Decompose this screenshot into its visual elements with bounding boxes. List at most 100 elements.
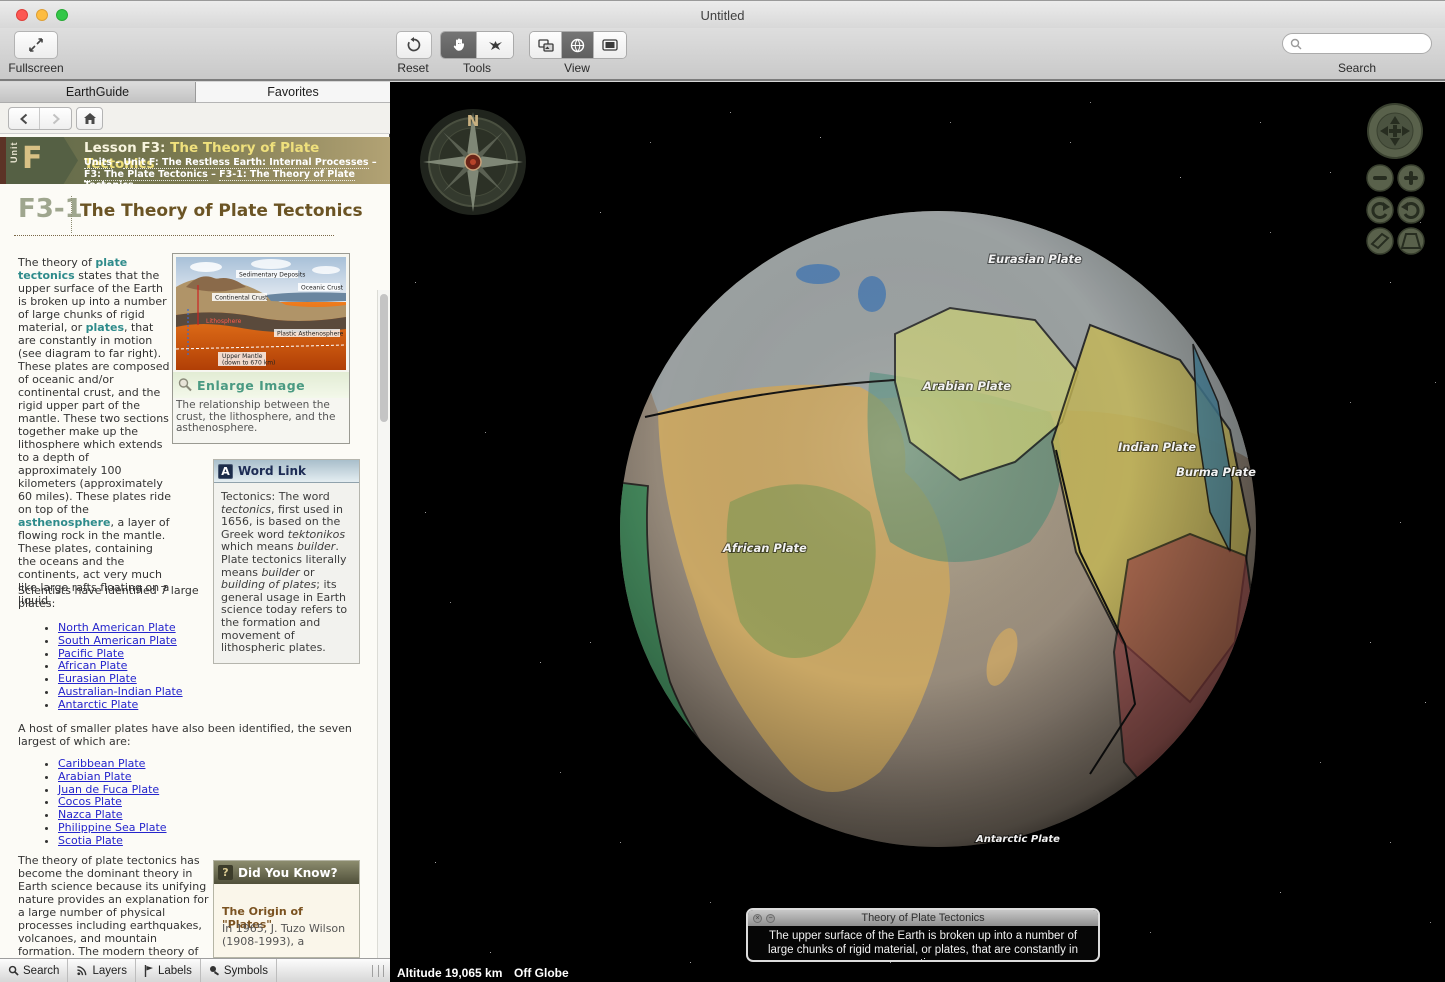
forward-icon bbox=[51, 113, 61, 125]
symbols-panel-button[interactable]: Symbols bbox=[201, 959, 277, 982]
tilt-down-button[interactable] bbox=[1367, 228, 1393, 254]
orbit-tool-icon bbox=[488, 39, 503, 52]
plate-link-philippine-sea[interactable]: Philippine Sea Plate bbox=[58, 821, 167, 834]
wordlink-plates[interactable]: plates bbox=[86, 321, 124, 334]
view-segmented-control bbox=[529, 31, 627, 59]
view-presentation-button[interactable] bbox=[594, 32, 626, 58]
did-you-know-title: Did You Know? bbox=[238, 866, 338, 880]
view-globe-button[interactable] bbox=[562, 32, 594, 58]
plate-link-nazca[interactable]: Nazca Plate bbox=[58, 808, 123, 821]
layers-icon bbox=[76, 965, 88, 976]
wordlink-text: which means bbox=[221, 540, 297, 553]
plate-link-eurasian[interactable]: Eurasian Plate bbox=[58, 672, 137, 685]
plate-link-australian-indian[interactable]: Australian-Indian Plate bbox=[58, 685, 183, 698]
breadcrumb-separator: – bbox=[208, 169, 219, 180]
plate-link-african[interactable]: African Plate bbox=[58, 659, 127, 672]
photos-icon bbox=[538, 39, 554, 52]
globe-canvas[interactable]: Eurasian Plate Arabian Plate Indian Plat… bbox=[390, 82, 1445, 982]
plate-label-african: African Plate bbox=[722, 541, 807, 555]
plate-label-antarctic: Antarctic Plate bbox=[975, 834, 1060, 845]
lesson-title-prefix: Lesson F3: bbox=[84, 140, 165, 156]
plate-link-south-american[interactable]: South American Plate bbox=[58, 634, 177, 647]
app-window: Untitled Fullscreen Reset bbox=[0, 0, 1445, 982]
word-link-box: A Word Link Tectonics: The word tectonic… bbox=[213, 459, 360, 664]
tilt-up-button[interactable] bbox=[1398, 228, 1424, 254]
toolbar-drag-handle[interactable] bbox=[372, 965, 384, 977]
wordlink-italic: builder bbox=[261, 566, 299, 579]
large-plates-list: North American Plate South American Plat… bbox=[46, 622, 183, 712]
breadcrumb-f3-link[interactable]: F3: The Plate Tectonics bbox=[84, 169, 208, 181]
altitude-readout: Altitude 19,065 km bbox=[397, 966, 502, 980]
labels-panel-button[interactable]: Labels bbox=[136, 959, 201, 982]
plate-link-pacific[interactable]: Pacific Plate bbox=[58, 647, 124, 660]
enlarge-image-label: Enlarge Image bbox=[197, 378, 305, 393]
plate-link-caribbean[interactable]: Caribbean Plate bbox=[58, 757, 145, 770]
tab-favorites[interactable]: Favorites bbox=[196, 82, 390, 103]
banner-edge bbox=[0, 137, 6, 184]
lesson-content: F3-1 The Theory of Plate Tectonics The t… bbox=[0, 184, 390, 958]
zoom-out-button[interactable] bbox=[1367, 165, 1393, 191]
forward-button[interactable] bbox=[40, 108, 71, 129]
globe[interactable]: Eurasian Plate Arabian Plate Indian Plat… bbox=[613, 210, 1258, 938]
sidebar-navbar bbox=[0, 103, 390, 134]
plate-link-north-american[interactable]: North American Plate bbox=[58, 621, 176, 634]
did-you-know-header: ? Did You Know? bbox=[214, 861, 359, 884]
info-popup[interactable]: × − Theory of Plate Tectonics The upper … bbox=[746, 908, 1100, 962]
tab-earthguide[interactable]: EarthGuide bbox=[0, 82, 196, 103]
plate-link-scotia[interactable]: Scotia Plate bbox=[58, 834, 123, 847]
breadcrumb-unit-f-link[interactable]: Unit F: The Restless Earth: Internal Pro… bbox=[123, 157, 368, 169]
rotate-ccw-button[interactable] bbox=[1398, 197, 1424, 223]
intro-paragraph: The theory of plate tectonics states tha… bbox=[18, 256, 171, 607]
popup-minimize-icon[interactable]: − bbox=[766, 914, 775, 923]
back-button[interactable] bbox=[9, 108, 40, 129]
scrollbar-thumb[interactable] bbox=[380, 294, 388, 422]
popup-title-text: Theory of Plate Tectonics bbox=[861, 912, 984, 924]
view-photos-button[interactable] bbox=[530, 32, 562, 58]
fullscreen-label: Fullscreen bbox=[0, 61, 72, 75]
section-divider bbox=[71, 196, 72, 233]
plate-link-cocos[interactable]: Cocos Plate bbox=[58, 795, 122, 808]
breadcrumb-units-link[interactable]: Units bbox=[84, 157, 112, 169]
pan-control[interactable] bbox=[1368, 104, 1422, 158]
crust-diagram: Sedimentary Deposits Oceanic Crust Conti… bbox=[176, 257, 346, 370]
popup-close-icon[interactable]: × bbox=[753, 914, 762, 923]
breadcrumb: Units – Unit F: The Restless Earth: Inte… bbox=[84, 157, 388, 184]
hand-tool-button[interactable] bbox=[441, 32, 477, 58]
reset-button[interactable] bbox=[396, 31, 432, 59]
popup-body-text: The upper surface of the Earth is broken… bbox=[748, 926, 1098, 962]
magnifier-icon bbox=[177, 377, 193, 393]
smaller-plates-intro: A host of smaller plates have also been … bbox=[18, 722, 386, 748]
wordlink-asthenosphere[interactable]: asthenosphere bbox=[18, 516, 111, 529]
symbol-icon bbox=[209, 965, 220, 976]
presentation-icon bbox=[602, 39, 618, 51]
lesson-banner: Unit F Lesson F3: The Theory of Plate Te… bbox=[0, 137, 390, 184]
globe-icon bbox=[570, 38, 585, 53]
diagram-label-asthenosphere: Plastic Asthenosphere bbox=[277, 331, 344, 338]
tools-segmented-control bbox=[440, 31, 514, 59]
plate-label-eurasian: Eurasian Plate bbox=[988, 252, 1082, 266]
compass-rose[interactable]: N bbox=[420, 109, 526, 215]
hand-icon bbox=[452, 38, 466, 52]
wordlink-text: Tectonics: The word bbox=[221, 490, 330, 503]
wordlink-italic: building of plates bbox=[221, 578, 316, 591]
fullscreen-button[interactable] bbox=[14, 31, 58, 59]
list-item: Scotia Plate bbox=[58, 835, 167, 848]
section-number: F3-1 bbox=[18, 194, 83, 224]
search-input[interactable] bbox=[1282, 33, 1432, 54]
search-panel-button[interactable]: Search bbox=[0, 959, 68, 982]
home-button[interactable] bbox=[76, 107, 103, 130]
zoom-in-button[interactable] bbox=[1398, 165, 1424, 191]
did-you-know-box: ? Did You Know? The Origin of "Plates" I… bbox=[213, 860, 360, 958]
plate-link-juan-de-fuca[interactable]: Juan de Fuca Plate bbox=[58, 783, 159, 796]
reset-label: Reset bbox=[377, 61, 449, 75]
rotate-cw-button[interactable] bbox=[1367, 197, 1393, 223]
orbit-tool-button[interactable] bbox=[477, 32, 513, 58]
plate-label-indian: Indian Plate bbox=[1118, 440, 1196, 454]
plate-link-arabian[interactable]: Arabian Plate bbox=[58, 770, 132, 783]
layers-panel-button[interactable]: Layers bbox=[68, 959, 136, 982]
plate-link-antarctic[interactable]: Antarctic Plate bbox=[58, 698, 138, 711]
enlarge-image-button[interactable]: Enlarge Image bbox=[173, 372, 349, 398]
diagram-label-continental: Continental Crust bbox=[215, 295, 268, 302]
globe-viewport[interactable]: Eurasian Plate Arabian Plate Indian Plat… bbox=[390, 82, 1445, 982]
search-icon bbox=[1290, 38, 1302, 50]
